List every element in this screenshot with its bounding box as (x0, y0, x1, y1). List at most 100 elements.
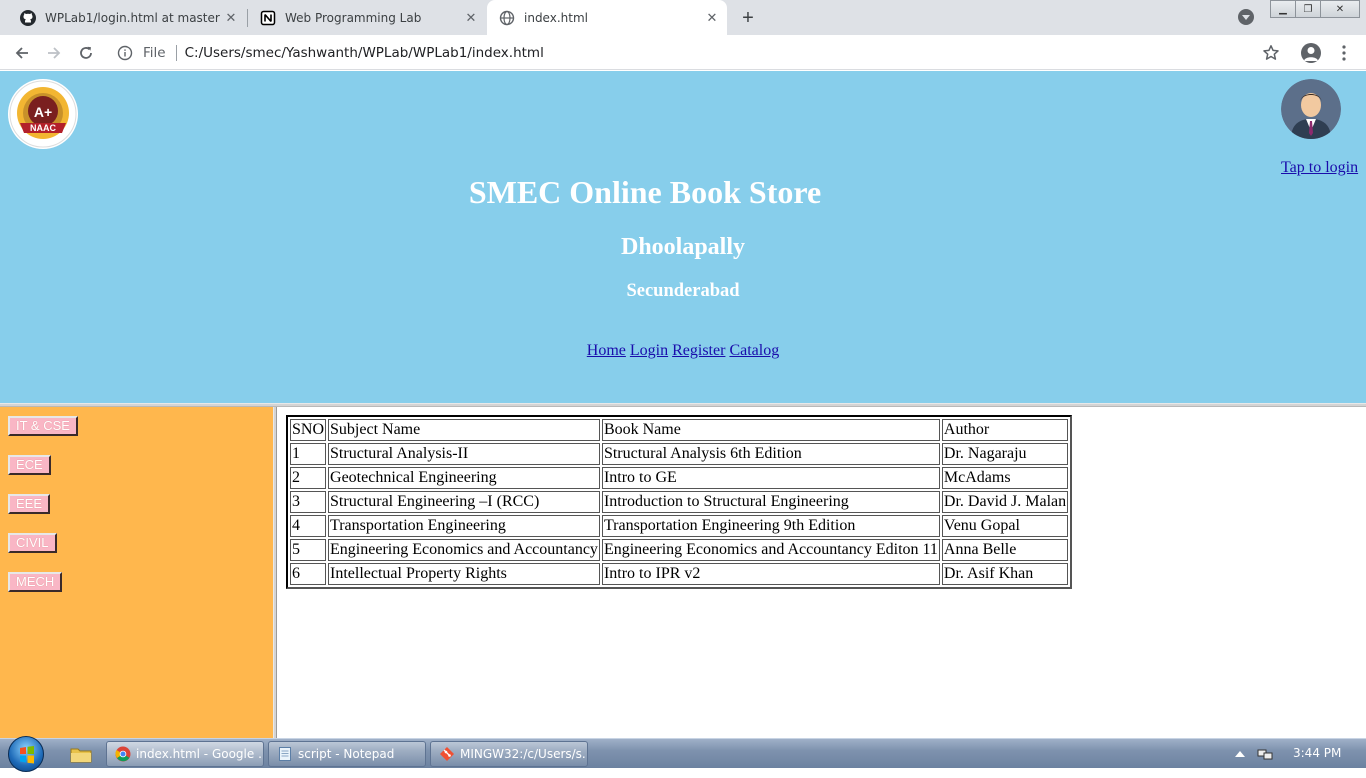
reload-icon (80, 46, 92, 59)
dept-button-label: EEE (16, 496, 43, 511)
address-divider (175, 44, 177, 61)
new-tab-button[interactable]: + (736, 6, 760, 30)
notion-icon (260, 10, 276, 25)
svg-text:A+: A+ (34, 104, 52, 120)
back-arrow-icon (15, 47, 28, 59)
info-icon[interactable] (117, 45, 133, 61)
globe-icon (499, 10, 515, 25)
subject-cell: Transportation Engineering (328, 515, 600, 537)
tab-search-icon[interactable] (1238, 9, 1254, 25)
reload-button[interactable] (73, 40, 99, 66)
city-heading: Secunderabad (626, 281, 740, 301)
dept-button-label: CIVIL (16, 535, 49, 550)
nav-home-link[interactable]: Home (587, 342, 626, 359)
taskbar-item-git-bash[interactable]: MINGW32:/c/Users/s... (430, 741, 588, 767)
nav-catalog-link[interactable]: Catalog (729, 342, 779, 359)
taskbar-item-label: MINGW32:/c/Users/s... (460, 747, 587, 761)
author-cell: Dr. David J. Malan (941, 491, 1069, 513)
sno-cell: 6 (290, 563, 327, 585)
tap-to-login-link[interactable]: Tap to login (1281, 159, 1358, 177)
main-nav: Home Login Register Catalog (0, 342, 1366, 360)
tab-title: Web Programming Lab (285, 10, 422, 25)
minimize-button[interactable]: ▁ (1270, 0, 1296, 18)
author-cell: Venu Gopal (941, 515, 1069, 537)
nav-register-link[interactable]: Register (672, 342, 725, 359)
author-cell: McAdams (941, 467, 1069, 489)
subject-cell: Structural Engineering –I (RCC) (328, 491, 600, 513)
scheme-label: File (143, 44, 166, 61)
dept-button-label: ECE (16, 457, 43, 472)
table-row: 4 Transportation Engineering Transportat… (290, 515, 1069, 537)
taskbar-item-label: index.html - Google ... (136, 747, 263, 761)
tab-web-programming-lab[interactable]: Web Programming Lab ✕ (248, 0, 486, 35)
dept-button-mech[interactable]: MECH (8, 572, 63, 592)
table-row: 3 Structural Engineering –I (RCC) Introd… (290, 491, 1069, 513)
bookmark-star-icon[interactable] (1262, 44, 1280, 62)
taskbar-item-label: script - Notepad (298, 747, 395, 761)
url-text[interactable]: C:/Users/smec/Yashwanth/WPLab/WPLab1/ind… (185, 45, 544, 61)
book-cell: Transportation Engineering 9th Edition (601, 515, 940, 537)
account-icon[interactable] (1301, 43, 1321, 63)
git-bash-icon (440, 747, 454, 761)
notepad-icon (279, 747, 291, 761)
table-row: 6 Intellectual Property Rights Intro to … (290, 563, 1069, 585)
menu-kebab-icon[interactable] (1336, 44, 1352, 62)
column-header: SNO (290, 419, 327, 441)
tab-github[interactable]: WPLab1/login.html at master · ya ✕ (8, 0, 246, 35)
taskbar-item-chrome[interactable]: index.html - Google ... (106, 741, 264, 767)
book-cell: Introduction to Structural Engineering (601, 491, 940, 513)
taskbar: index.html - Google ... script - Notepad… (0, 736, 1366, 772)
address-bar[interactable]: File C:/Users/smec/Yashwanth/WPLab/WPLab… (108, 38, 1294, 67)
close-window-button[interactable]: ✕ (1320, 0, 1360, 18)
forward-arrow-icon (48, 47, 61, 59)
column-header: Author (941, 419, 1069, 441)
page-title: SMEC Online Book Store (468, 174, 822, 210)
chrome-icon (115, 746, 131, 762)
table-row: 5 Engineering Economics and Accountancy … (290, 539, 1069, 561)
svg-text:NAAC: NAAC (30, 123, 56, 133)
network-icon[interactable] (1257, 747, 1273, 761)
dept-button-civil[interactable]: CIVIL (8, 533, 57, 553)
table-row: 1 Structural Analysis-II Structural Anal… (290, 443, 1069, 465)
sno-cell: 2 (290, 467, 327, 489)
sno-cell: 1 (290, 443, 327, 465)
sno-cell: 5 (290, 539, 327, 561)
table-header-row: SNO Subject Name Book Name Author (290, 419, 1069, 441)
back-button[interactable] (9, 40, 35, 66)
browser-toolbar: File C:/Users/smec/Yashwanth/WPLab/WPLab… (0, 35, 1366, 70)
content-frame: SNO Subject Name Book Name Author 1 Stru… (277, 407, 1366, 738)
forward-button[interactable] (41, 40, 67, 66)
subject-cell: Structural Analysis-II (328, 443, 600, 465)
start-button[interactable] (8, 736, 44, 772)
subject-cell: Engineering Economics and Accountancy (328, 539, 600, 561)
sno-cell: 3 (290, 491, 327, 513)
file-explorer-icon[interactable] (68, 743, 94, 765)
tab-index-html[interactable]: index.html ✕ (487, 0, 727, 35)
close-icon[interactable]: ✕ (462, 9, 480, 27)
books-table: SNO Subject Name Book Name Author 1 Stru… (286, 415, 1073, 589)
author-cell: Dr. Nagaraju (941, 443, 1069, 465)
dept-button-ece[interactable]: ECE (8, 455, 51, 475)
column-header: Book Name (601, 419, 940, 441)
column-header: Subject Name (328, 419, 600, 441)
system-clock[interactable]: 3:44 PM (1293, 746, 1341, 760)
page-viewport: A+ NAAC Tap to login SMEC Online Book St… (0, 71, 1366, 738)
table-row: 2 Geotechnical Engineering Intro to GE M… (290, 467, 1069, 489)
tab-title: WPLab1/login.html at master · ya (45, 10, 222, 25)
location-heading: Dhoolapally (620, 234, 746, 260)
book-cell: Intro to IPR v2 (601, 563, 940, 585)
dept-button-it-cse[interactable]: IT & CSE (8, 416, 78, 436)
nav-login-link[interactable]: Login (630, 342, 668, 359)
show-hidden-icons-button[interactable] (1235, 751, 1245, 757)
author-cell: Dr. Asif Khan (941, 563, 1069, 585)
restore-button[interactable]: ❐ (1295, 0, 1321, 18)
header-frame: A+ NAAC Tap to login SMEC Online Book St… (0, 71, 1366, 403)
close-icon[interactable]: ✕ (703, 9, 721, 27)
close-icon[interactable]: ✕ (222, 9, 240, 27)
dept-button-eee[interactable]: EEE (8, 494, 51, 514)
user-avatar[interactable] (1281, 79, 1341, 139)
taskbar-item-notepad[interactable]: script - Notepad (268, 741, 426, 767)
book-cell: Structural Analysis 6th Edition (601, 443, 940, 465)
subject-cell: Geotechnical Engineering (328, 467, 600, 489)
book-cell: Engineering Economics and Accountancy Ed… (601, 539, 940, 561)
